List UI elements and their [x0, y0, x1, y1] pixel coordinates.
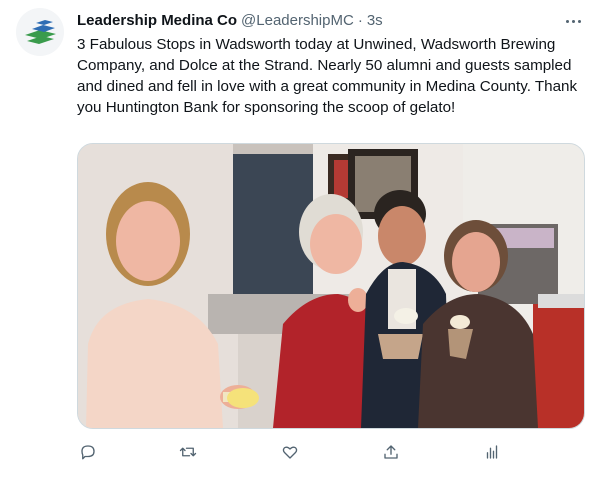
- tweet-actions: [77, 438, 517, 466]
- more-icon: [564, 10, 582, 28]
- retweet-button[interactable]: [171, 438, 205, 466]
- like-button[interactable]: [273, 438, 307, 466]
- analytics-icon: [486, 445, 498, 459]
- tweet-header: Leadership Medina Co @LeadershipMC · 3s: [77, 9, 590, 31]
- like-icon: [282, 446, 298, 459]
- timestamp[interactable]: 3s: [367, 12, 383, 29]
- analytics-button[interactable]: [475, 438, 509, 466]
- tweet-text: 3 Fabulous Stops in Wadsworth today at U…: [77, 36, 578, 116]
- leadership-medina-logo-icon: [16, 8, 64, 56]
- author-handle[interactable]: @LeadershipMC: [241, 12, 354, 29]
- avatar[interactable]: [16, 8, 64, 56]
- photo-icon: [78, 144, 584, 428]
- reply-icon: [81, 445, 95, 460]
- share-icon: [384, 445, 398, 459]
- retweet-icon: [179, 447, 197, 457]
- tweet[interactable]: Leadership Medina Co @LeadershipMC · 3s …: [0, 0, 606, 481]
- share-button[interactable]: [374, 438, 408, 466]
- separator: ·: [357, 11, 363, 29]
- tweet-photo[interactable]: [77, 143, 585, 429]
- reply-button[interactable]: [71, 438, 105, 466]
- author-name[interactable]: Leadership Medina Co: [77, 12, 237, 29]
- more-options-button[interactable]: [560, 8, 586, 30]
